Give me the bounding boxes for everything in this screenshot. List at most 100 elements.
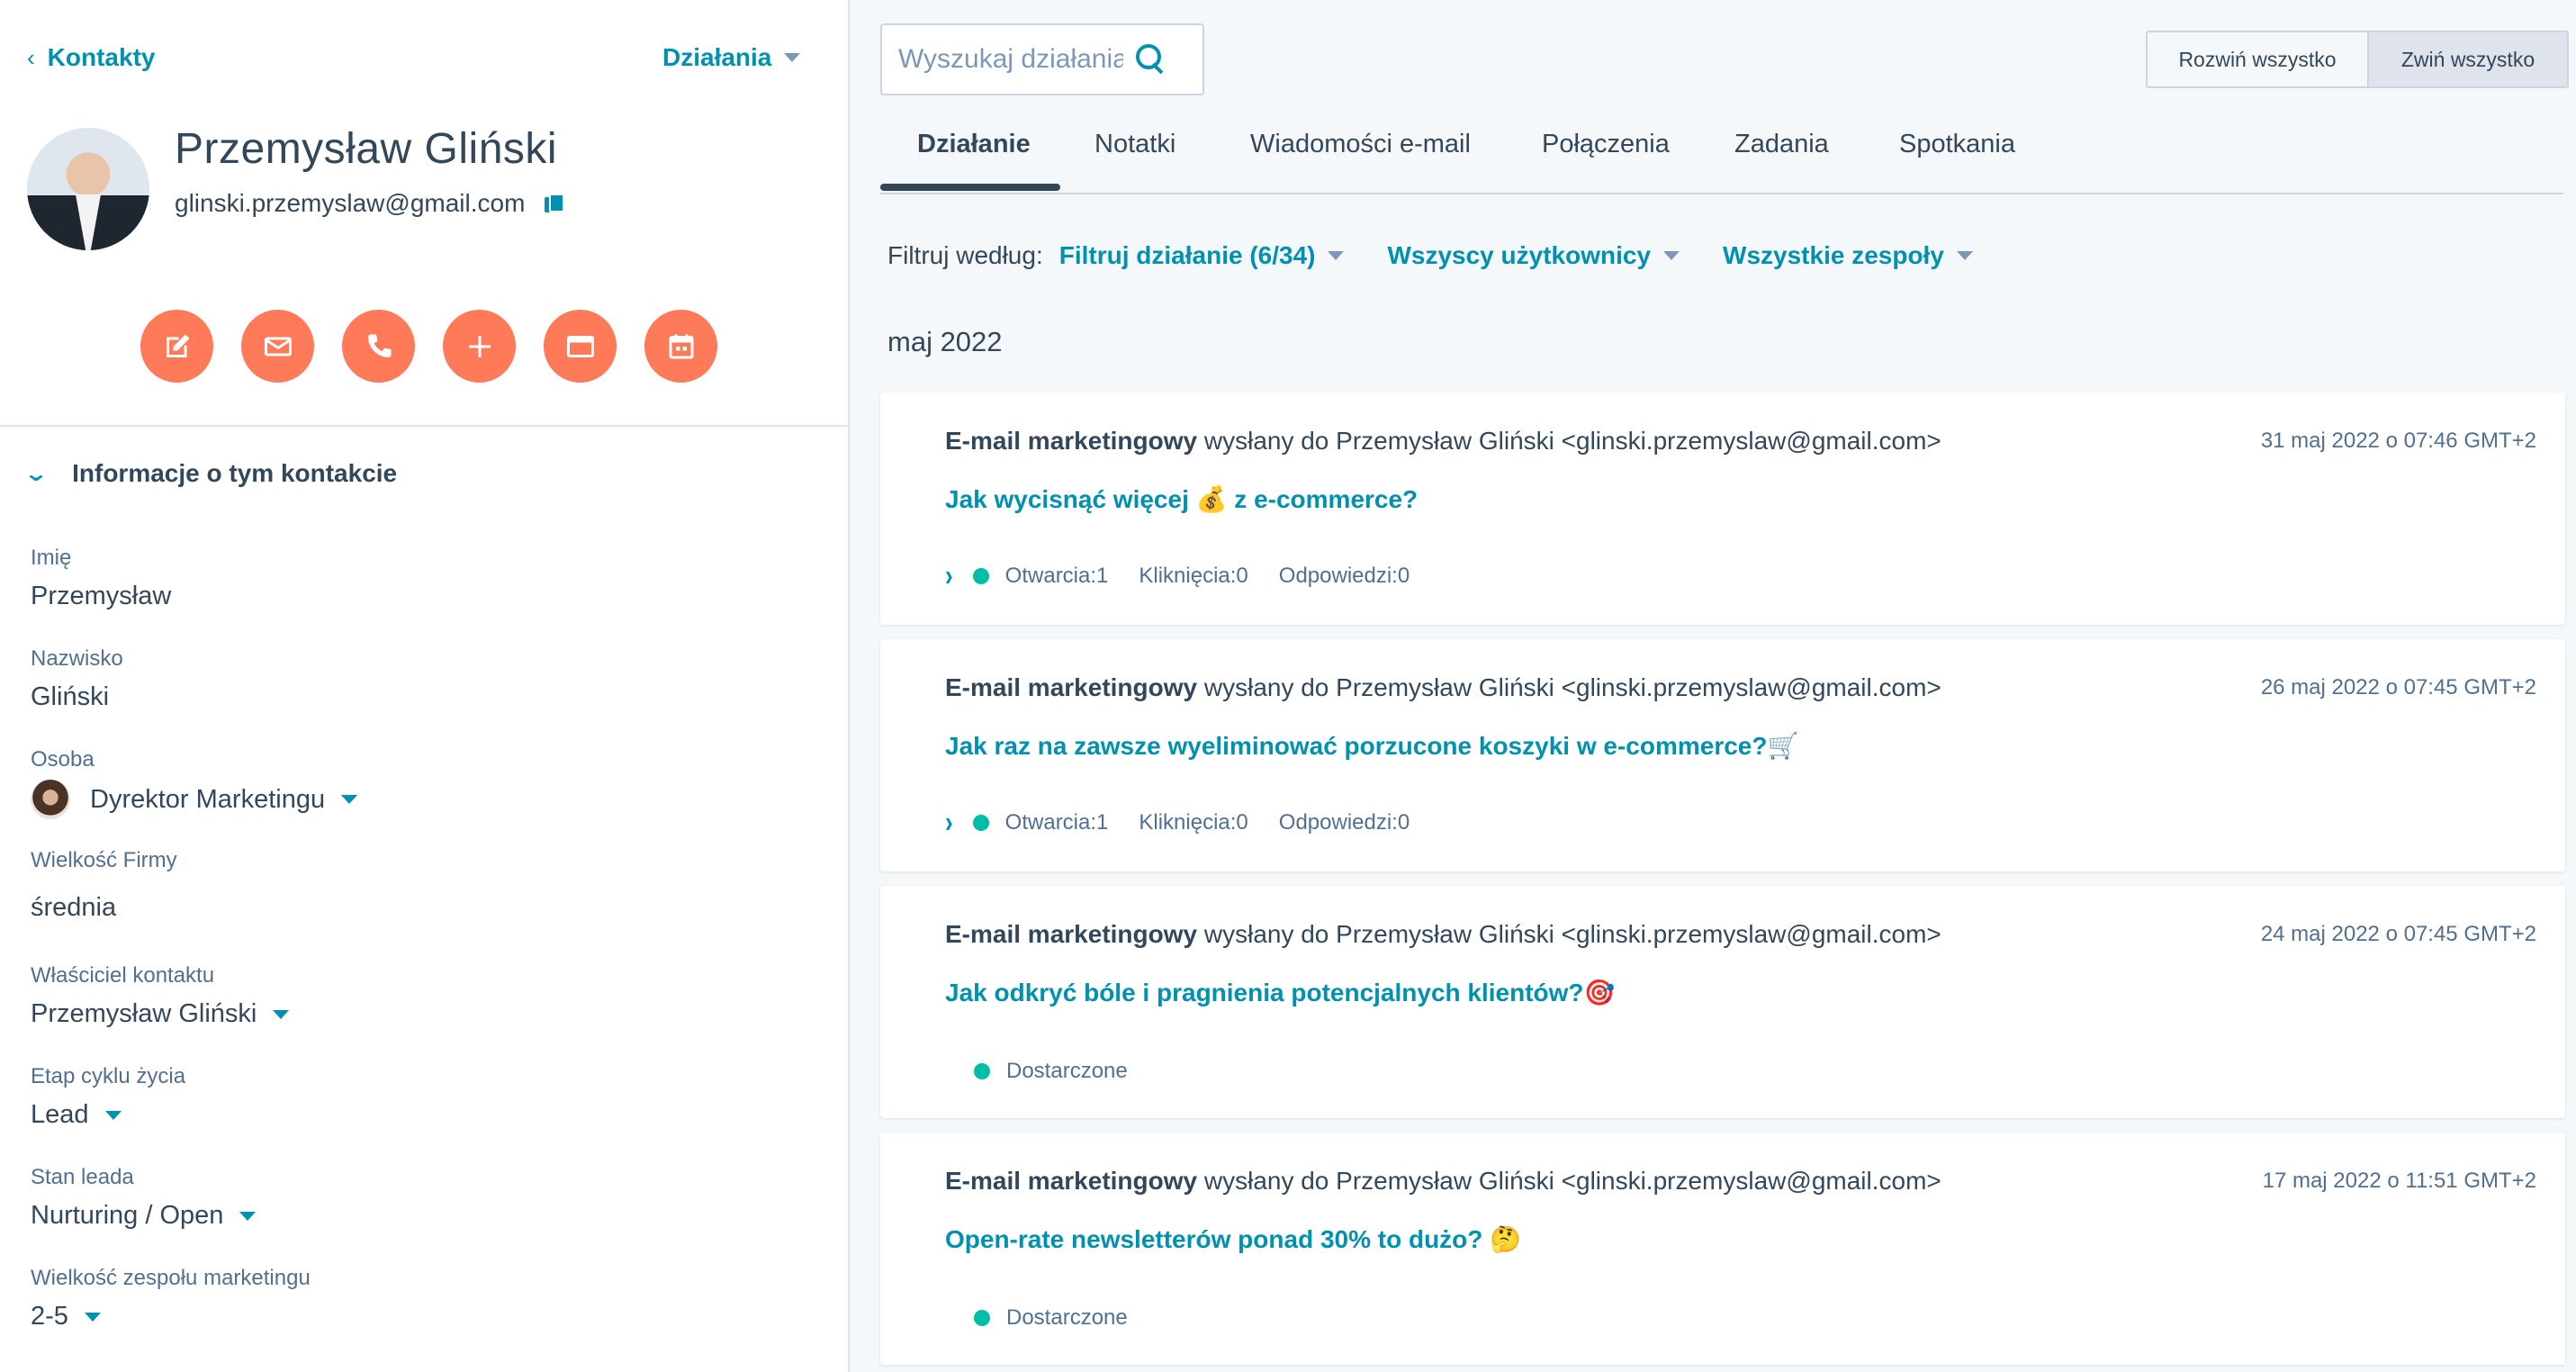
- tab-calls[interactable]: Połączenia: [1542, 128, 1670, 193]
- filter-users-dropdown[interactable]: Wszyscy użytkownicy: [1387, 241, 1680, 270]
- activity-card[interactable]: E-mail marketingowy wysłany do Przemysła…: [880, 639, 2565, 871]
- plus-icon: [468, 335, 491, 357]
- active-tab-indicator: [880, 184, 1060, 191]
- field-label: Wielkość zespołu marketingu: [31, 1266, 311, 1290]
- field-value: Lead: [31, 1100, 185, 1130]
- field-persona[interactable]: Osoba Dyrektor Marketingu: [31, 747, 358, 819]
- email-subject-link[interactable]: Open-rate newsletterów ponad 30% to dużo…: [945, 1224, 1521, 1254]
- section-title: Informacje o tym kontakcie: [72, 459, 398, 487]
- thinking-emoji: 🤔: [1490, 1224, 1522, 1254]
- persona-avatar: [31, 780, 70, 819]
- caret-down-icon: [341, 795, 358, 804]
- field-label: Osoba: [31, 747, 95, 772]
- expand-collapse-toggle: Rozwiń wszystko Zwiń wszystko: [2146, 31, 2569, 88]
- field-label: Właściciel kontaktu: [31, 963, 215, 988]
- calendar-icon: [669, 334, 693, 358]
- activity-card[interactable]: E-mail marketingowy wysłany do Przemysła…: [880, 393, 2565, 625]
- chevron-right-icon[interactable]: ›: [945, 557, 953, 593]
- field-lifecycle-stage[interactable]: Etap cyklu życia Lead: [31, 1064, 185, 1130]
- tab-notes[interactable]: Notatki: [1094, 128, 1175, 193]
- activity-header: E-mail marketingowy wysłany do Przemysła…: [945, 427, 1941, 455]
- caret-down-icon: [1956, 251, 1973, 260]
- create-button[interactable]: [443, 310, 516, 383]
- activity-date: 31 maj 2022 o 07:46 GMT+2: [2260, 429, 2536, 453]
- field-contact-owner[interactable]: Właściciel kontaktu Przemysław Gliński: [31, 963, 290, 1029]
- field-first-name[interactable]: Imię Przemysław: [31, 546, 171, 611]
- tab-emails[interactable]: Wiadomości e-mail: [1250, 128, 1471, 193]
- expand-all-button[interactable]: Rozwiń wszystko: [2148, 32, 2369, 86]
- delivered-status: Dostarczone: [1006, 1305, 1128, 1330]
- actions-dropdown[interactable]: Działania: [662, 43, 801, 72]
- status-dot: [972, 814, 989, 831]
- target-emoji: 🎯: [1583, 978, 1616, 1007]
- field-value: Gliński: [31, 682, 110, 711]
- contact-avatar: [27, 128, 149, 250]
- email-button[interactable]: [241, 310, 314, 383]
- browser-icon: [566, 335, 594, 357]
- replies-count: Odpowiedzi:0: [1278, 563, 1410, 588]
- contact-info-section-toggle[interactable]: ⌄ Informacje o tym kontakcie: [23, 459, 398, 488]
- call-button[interactable]: [342, 310, 415, 383]
- clicks-count: Kliknięcia:0: [1139, 809, 1248, 835]
- chevron-right-icon[interactable]: ›: [945, 804, 953, 840]
- caret-down-icon: [784, 53, 801, 62]
- activity-date: 17 maj 2022 o 11:51 GMT+2: [2262, 1169, 2536, 1193]
- email-stats: Dostarczone: [974, 1305, 1158, 1331]
- status-dot: [972, 567, 989, 584]
- money-bag-emoji: 💰: [1195, 484, 1228, 514]
- field-label: Imię: [31, 546, 72, 570]
- back-link-label: Kontakty: [47, 43, 156, 71]
- activity-header: E-mail marketingowy wysłany do Przemysła…: [945, 920, 1941, 948]
- activity-header: E-mail marketingowy wysłany do Przemysła…: [945, 1167, 1941, 1195]
- contact-sidebar: ‹ Kontakty Działania Przemysław Gliński …: [0, 0, 850, 1372]
- collapse-all-button[interactable]: Zwiń wszystko: [2369, 32, 2567, 86]
- status-dot: [974, 1310, 990, 1326]
- email-subject-link[interactable]: Jak odkryć bóle i pragnienia potencjalny…: [945, 978, 1615, 1007]
- search-icon[interactable]: [1136, 44, 1166, 75]
- caret-down-icon: [1328, 251, 1345, 260]
- caret-down-icon: [104, 1110, 122, 1120]
- field-label: Wielkość Firmy: [31, 848, 177, 872]
- field-value: Przemysław Gliński: [31, 999, 290, 1029]
- filter-teams-dropdown[interactable]: Wszystkie zespoły: [1723, 241, 1973, 270]
- back-to-contacts-link[interactable]: ‹ Kontakty: [27, 43, 155, 72]
- caret-down-icon: [1663, 251, 1680, 260]
- caret-down-icon: [84, 1312, 101, 1322]
- contact-email: glinski.przemyslaw@gmail.com: [175, 189, 526, 217]
- activity-date: 26 maj 2022 o 07:45 GMT+2: [2260, 675, 2536, 700]
- field-last-name[interactable]: Nazwisko Gliński: [31, 646, 123, 712]
- field-label: Etap cyklu życia: [31, 1064, 186, 1088]
- activity-search: [880, 23, 1204, 95]
- tab-tasks[interactable]: Zadania: [1734, 128, 1829, 193]
- chevron-left-icon: ‹: [27, 43, 35, 71]
- email-stats: Dostarczone: [974, 1059, 1158, 1084]
- activity-date: 24 maj 2022 o 07:45 GMT+2: [2260, 922, 2536, 946]
- field-lead-status[interactable]: Stan leada Nurturing / Open: [31, 1165, 257, 1231]
- field-company-size[interactable]: Wielkość Firmy średnia: [31, 848, 177, 923]
- filter-activity-dropdown[interactable]: Filtruj działanie (6/34): [1059, 241, 1345, 270]
- activity-card[interactable]: E-mail marketingowy wysłany do Przemysła…: [880, 886, 2565, 1118]
- field-value: Przemysław: [31, 582, 172, 610]
- sidebar-divider: [0, 425, 848, 427]
- replies-count: Odpowiedzi:0: [1278, 809, 1410, 835]
- field-marketing-team-size[interactable]: Wielkość zespołu marketingu 2-5: [31, 1266, 311, 1331]
- tab-meetings[interactable]: Spotkania: [1899, 128, 2015, 193]
- opens-count: Otwarcia:1: [1004, 563, 1109, 588]
- contact-email-row: glinski.przemyslaw@gmail.com: [175, 189, 565, 218]
- note-button[interactable]: [140, 310, 213, 383]
- copy-icon[interactable]: [545, 194, 565, 213]
- field-value: 2-5: [31, 1302, 311, 1331]
- email-subject-link[interactable]: Jak wycisnąć więcej 💰 z e-commerce?: [945, 484, 1418, 514]
- email-subject-link[interactable]: Jak raz na zawsze wyeliminować porzucone…: [945, 731, 1798, 761]
- cart-emoji: 🛒: [1767, 731, 1799, 761]
- activity-card[interactable]: E-mail marketingowy wysłany do Przemysła…: [880, 1133, 2565, 1365]
- email-stats: › Otwarcia:1 Kliknięcia:0 Odpowiedzi:0: [945, 804, 1440, 839]
- opens-count: Otwarcia:1: [1004, 809, 1109, 835]
- email-stats: › Otwarcia:1 Kliknięcia:0 Odpowiedzi:0: [945, 557, 1440, 592]
- log-activity-button[interactable]: [544, 310, 617, 383]
- clicks-count: Kliknięcia:0: [1139, 563, 1248, 588]
- field-value: średnia: [31, 893, 117, 922]
- schedule-meeting-button[interactable]: [644, 310, 717, 383]
- search-input[interactable]: [898, 44, 1123, 75]
- delivered-status: Dostarczone: [1006, 1059, 1128, 1083]
